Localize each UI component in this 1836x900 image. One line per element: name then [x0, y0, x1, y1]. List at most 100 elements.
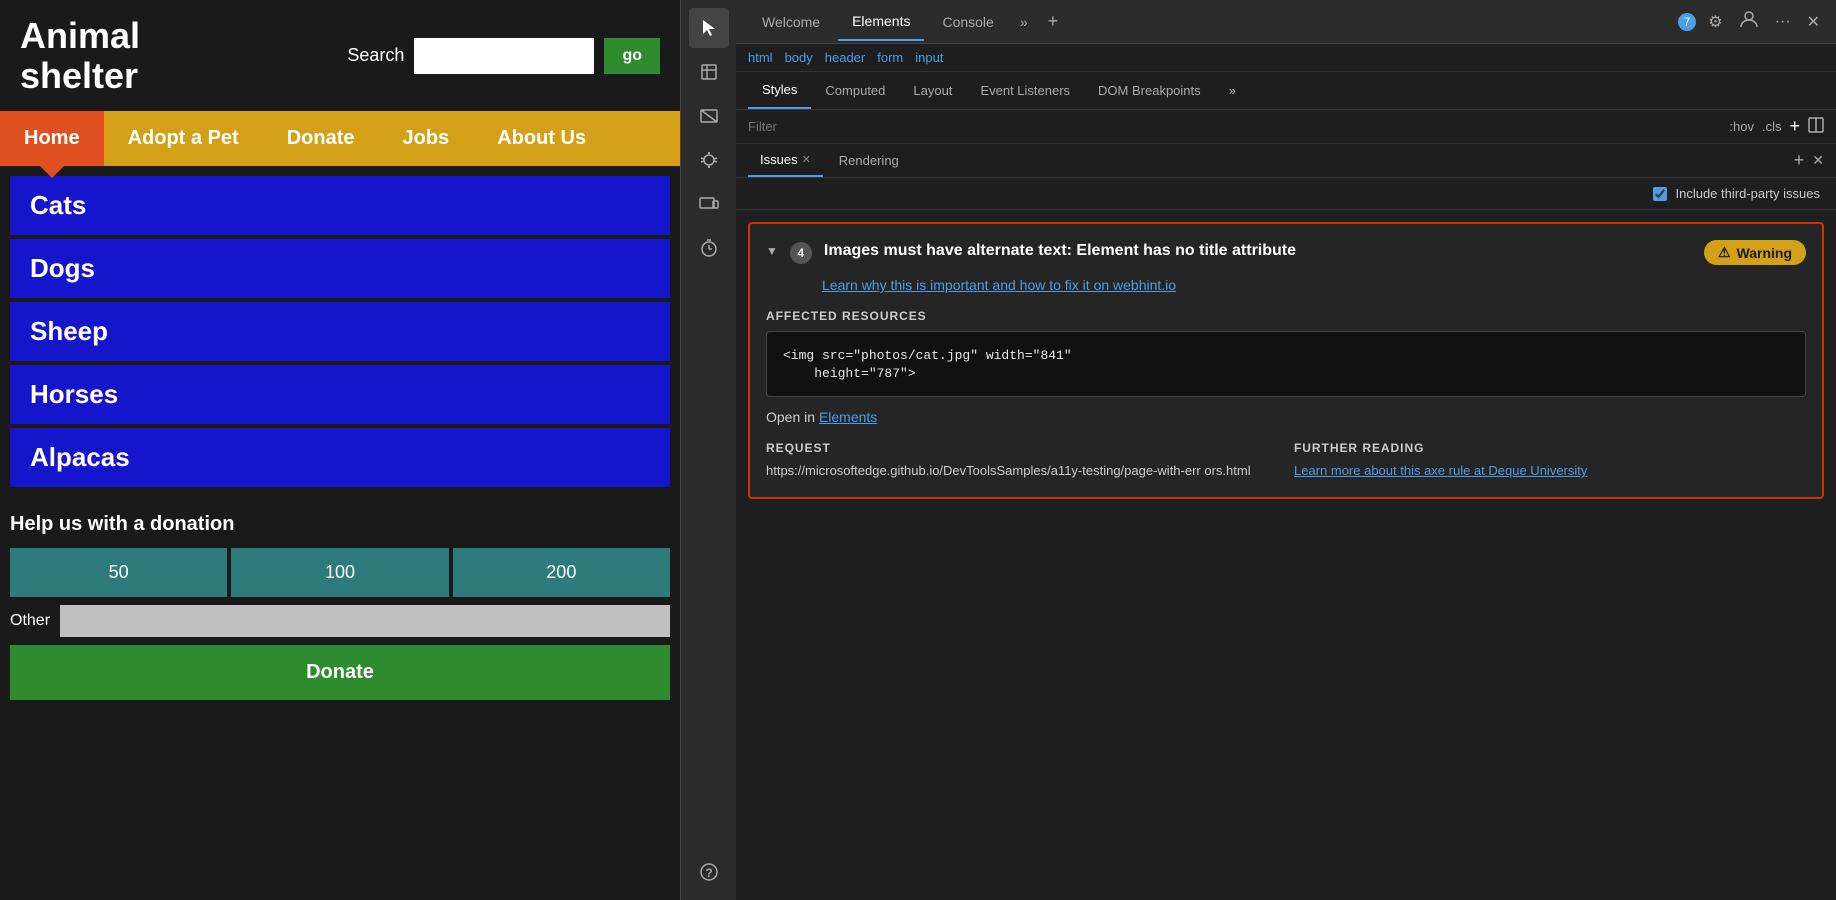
warning-badge: ⚠ Warning — [1704, 240, 1806, 265]
issues-rendering-tabs: Issues ✕ Rendering + ✕ — [736, 144, 1836, 178]
issue-card-header: ▼ 4 Images must have alternate text: Ele… — [766, 240, 1806, 265]
notification-badge: 7 — [1678, 13, 1697, 31]
donation-section: Help us with a donation 50 100 200 Other… — [0, 497, 680, 710]
animal-item-cats[interactable]: Cats — [10, 176, 670, 235]
issues-tabs-right: + ✕ — [1794, 150, 1824, 171]
filter-hov[interactable]: :hov — [1729, 119, 1754, 134]
tab-welcome[interactable]: Welcome — [748, 4, 834, 40]
site-nav: Home Adopt a Pet Donate Jobs About Us — [0, 111, 680, 166]
third-party-label: Include third-party issues — [1675, 186, 1820, 201]
more-tabs-icon[interactable]: » — [1012, 6, 1036, 38]
filter-bar: :hov .cls + — [736, 110, 1836, 144]
further-link[interactable]: Learn more about this axe rule at Deque … — [1294, 463, 1587, 478]
no-image-icon[interactable] — [689, 96, 729, 136]
third-party-checkbox[interactable] — [1653, 187, 1667, 201]
go-button[interactable]: go — [604, 38, 660, 74]
timer-icon[interactable] — [689, 228, 729, 268]
help-icon[interactable]: ? — [689, 852, 729, 892]
further-label: FURTHER READING — [1294, 441, 1806, 455]
left-panel: Animal shelter Search go Home Adopt a Pe… — [0, 0, 680, 900]
crumb-body[interactable]: body — [785, 50, 813, 65]
further-reading-section: FURTHER READING Learn more about this ax… — [1294, 441, 1806, 481]
crumb-header[interactable]: header — [825, 50, 865, 65]
issue-count: 4 — [790, 242, 812, 264]
settings-icon[interactable]: ⚙ — [1704, 8, 1726, 36]
code-content: <img src="photos/cat.jpg" width="841" he… — [783, 348, 1072, 381]
donation-title: Help us with a donation — [10, 513, 670, 536]
nav-item-jobs[interactable]: Jobs — [379, 111, 474, 166]
affected-label: AFFECTED RESOURCES — [766, 309, 1806, 323]
filter-input[interactable] — [748, 119, 1717, 134]
issue-card: ▼ 4 Images must have alternate text: Ele… — [748, 222, 1824, 499]
donate-button[interactable]: Donate — [10, 645, 670, 700]
animal-item-sheep[interactable]: Sheep — [10, 302, 670, 361]
warning-icon: ⚠ — [1718, 244, 1731, 261]
user-icon[interactable] — [1735, 5, 1763, 38]
overflow-icon[interactable]: ··· — [1771, 9, 1795, 35]
crumb-html[interactable]: html — [748, 50, 773, 65]
donation-amounts: 50 100 200 — [10, 548, 670, 597]
tab-elements[interactable]: Elements — [838, 3, 924, 41]
nav-item-about[interactable]: About Us — [473, 111, 610, 166]
nav-item-donate[interactable]: Donate — [263, 111, 379, 166]
tab-event-listeners[interactable]: Event Listeners — [966, 73, 1084, 108]
nav-item-adopt[interactable]: Adopt a Pet — [104, 111, 263, 166]
other-row: Other — [10, 605, 670, 637]
add-issues-tab[interactable]: + — [1794, 150, 1805, 171]
search-input[interactable] — [414, 38, 594, 74]
tab-more-styles[interactable]: » — [1215, 73, 1250, 108]
expand-icon[interactable]: ▼ — [766, 244, 778, 258]
bug-icon[interactable] — [689, 140, 729, 180]
svg-text:?: ? — [705, 866, 712, 880]
tab-dom-breakpoints[interactable]: DOM Breakpoints — [1084, 73, 1215, 108]
other-label: Other — [10, 612, 50, 630]
topbar-right: 7 ⚙ ··· ✕ — [1678, 5, 1824, 38]
open-in-elements-link[interactable]: Elements — [819, 409, 877, 425]
close-issues-tab[interactable]: ✕ — [802, 153, 811, 166]
tab-issues[interactable]: Issues ✕ — [748, 144, 823, 177]
crumb-form[interactable]: form — [877, 50, 903, 65]
request-section: REQUEST https://microsoftedge.github.io/… — [766, 441, 1278, 481]
search-label: Search — [347, 45, 404, 66]
other-amount-input[interactable] — [60, 605, 670, 637]
cursor-icon[interactable] — [689, 8, 729, 48]
site-header: Animal shelter Search go — [0, 0, 680, 111]
tab-styles[interactable]: Styles — [748, 72, 811, 109]
nav-item-home[interactable]: Home — [0, 111, 104, 166]
devtools-topbar: Welcome Elements Console » + 7 ⚙ ··· ✕ — [736, 0, 1836, 44]
request-label: REQUEST — [766, 441, 1278, 455]
tab-layout[interactable]: Layout — [899, 73, 966, 108]
close-icon[interactable]: ✕ — [1803, 8, 1824, 36]
breadcrumb: html body header form input — [736, 44, 1836, 72]
close-issues-panel[interactable]: ✕ — [1812, 152, 1824, 169]
animal-item-horses[interactable]: Horses — [10, 365, 670, 424]
filter-dock-icon[interactable] — [1808, 117, 1824, 136]
code-block: <img src="photos/cat.jpg" width="841" he… — [766, 331, 1806, 397]
animal-item-alpacas[interactable]: Alpacas — [10, 428, 670, 487]
add-tab-icon[interactable]: + — [1040, 7, 1067, 36]
animal-item-dogs[interactable]: Dogs — [10, 239, 670, 298]
animal-list: Cats Dogs Sheep Horses Alpacas — [0, 166, 680, 497]
tab-console[interactable]: Console — [928, 4, 1007, 40]
issue-title: Images must have alternate text: Element… — [824, 240, 1692, 262]
tab-computed[interactable]: Computed — [811, 73, 899, 108]
amount-100-button[interactable]: 100 — [231, 548, 448, 597]
devtools-panel: Welcome Elements Console » + 7 ⚙ ··· ✕ h… — [736, 0, 1836, 900]
responsive-icon[interactable] — [689, 184, 729, 224]
filter-add-btn[interactable]: + — [1789, 116, 1800, 137]
inspect-icon[interactable] — [689, 52, 729, 92]
search-area: Search go — [347, 38, 660, 74]
filter-cls[interactable]: .cls — [1762, 119, 1782, 134]
learn-link[interactable]: Learn why this is important and how to f… — [822, 277, 1806, 293]
devtools-sidebar: ? — [680, 0, 736, 900]
amount-200-button[interactable]: 200 — [453, 548, 670, 597]
amount-50-button[interactable]: 50 — [10, 548, 227, 597]
crumb-input[interactable]: input — [915, 50, 943, 65]
issues-content: ▼ 4 Images must have alternate text: Ele… — [736, 210, 1836, 900]
styles-tabs: Styles Computed Layout Event Listeners D… — [736, 72, 1836, 110]
site-title: Animal shelter — [20, 16, 140, 95]
request-text: https://microsoftedge.github.io/DevTools… — [766, 461, 1278, 481]
warning-label: Warning — [1737, 245, 1792, 261]
open-in-row: Open in Elements — [766, 409, 1806, 425]
tab-rendering[interactable]: Rendering — [827, 145, 911, 176]
